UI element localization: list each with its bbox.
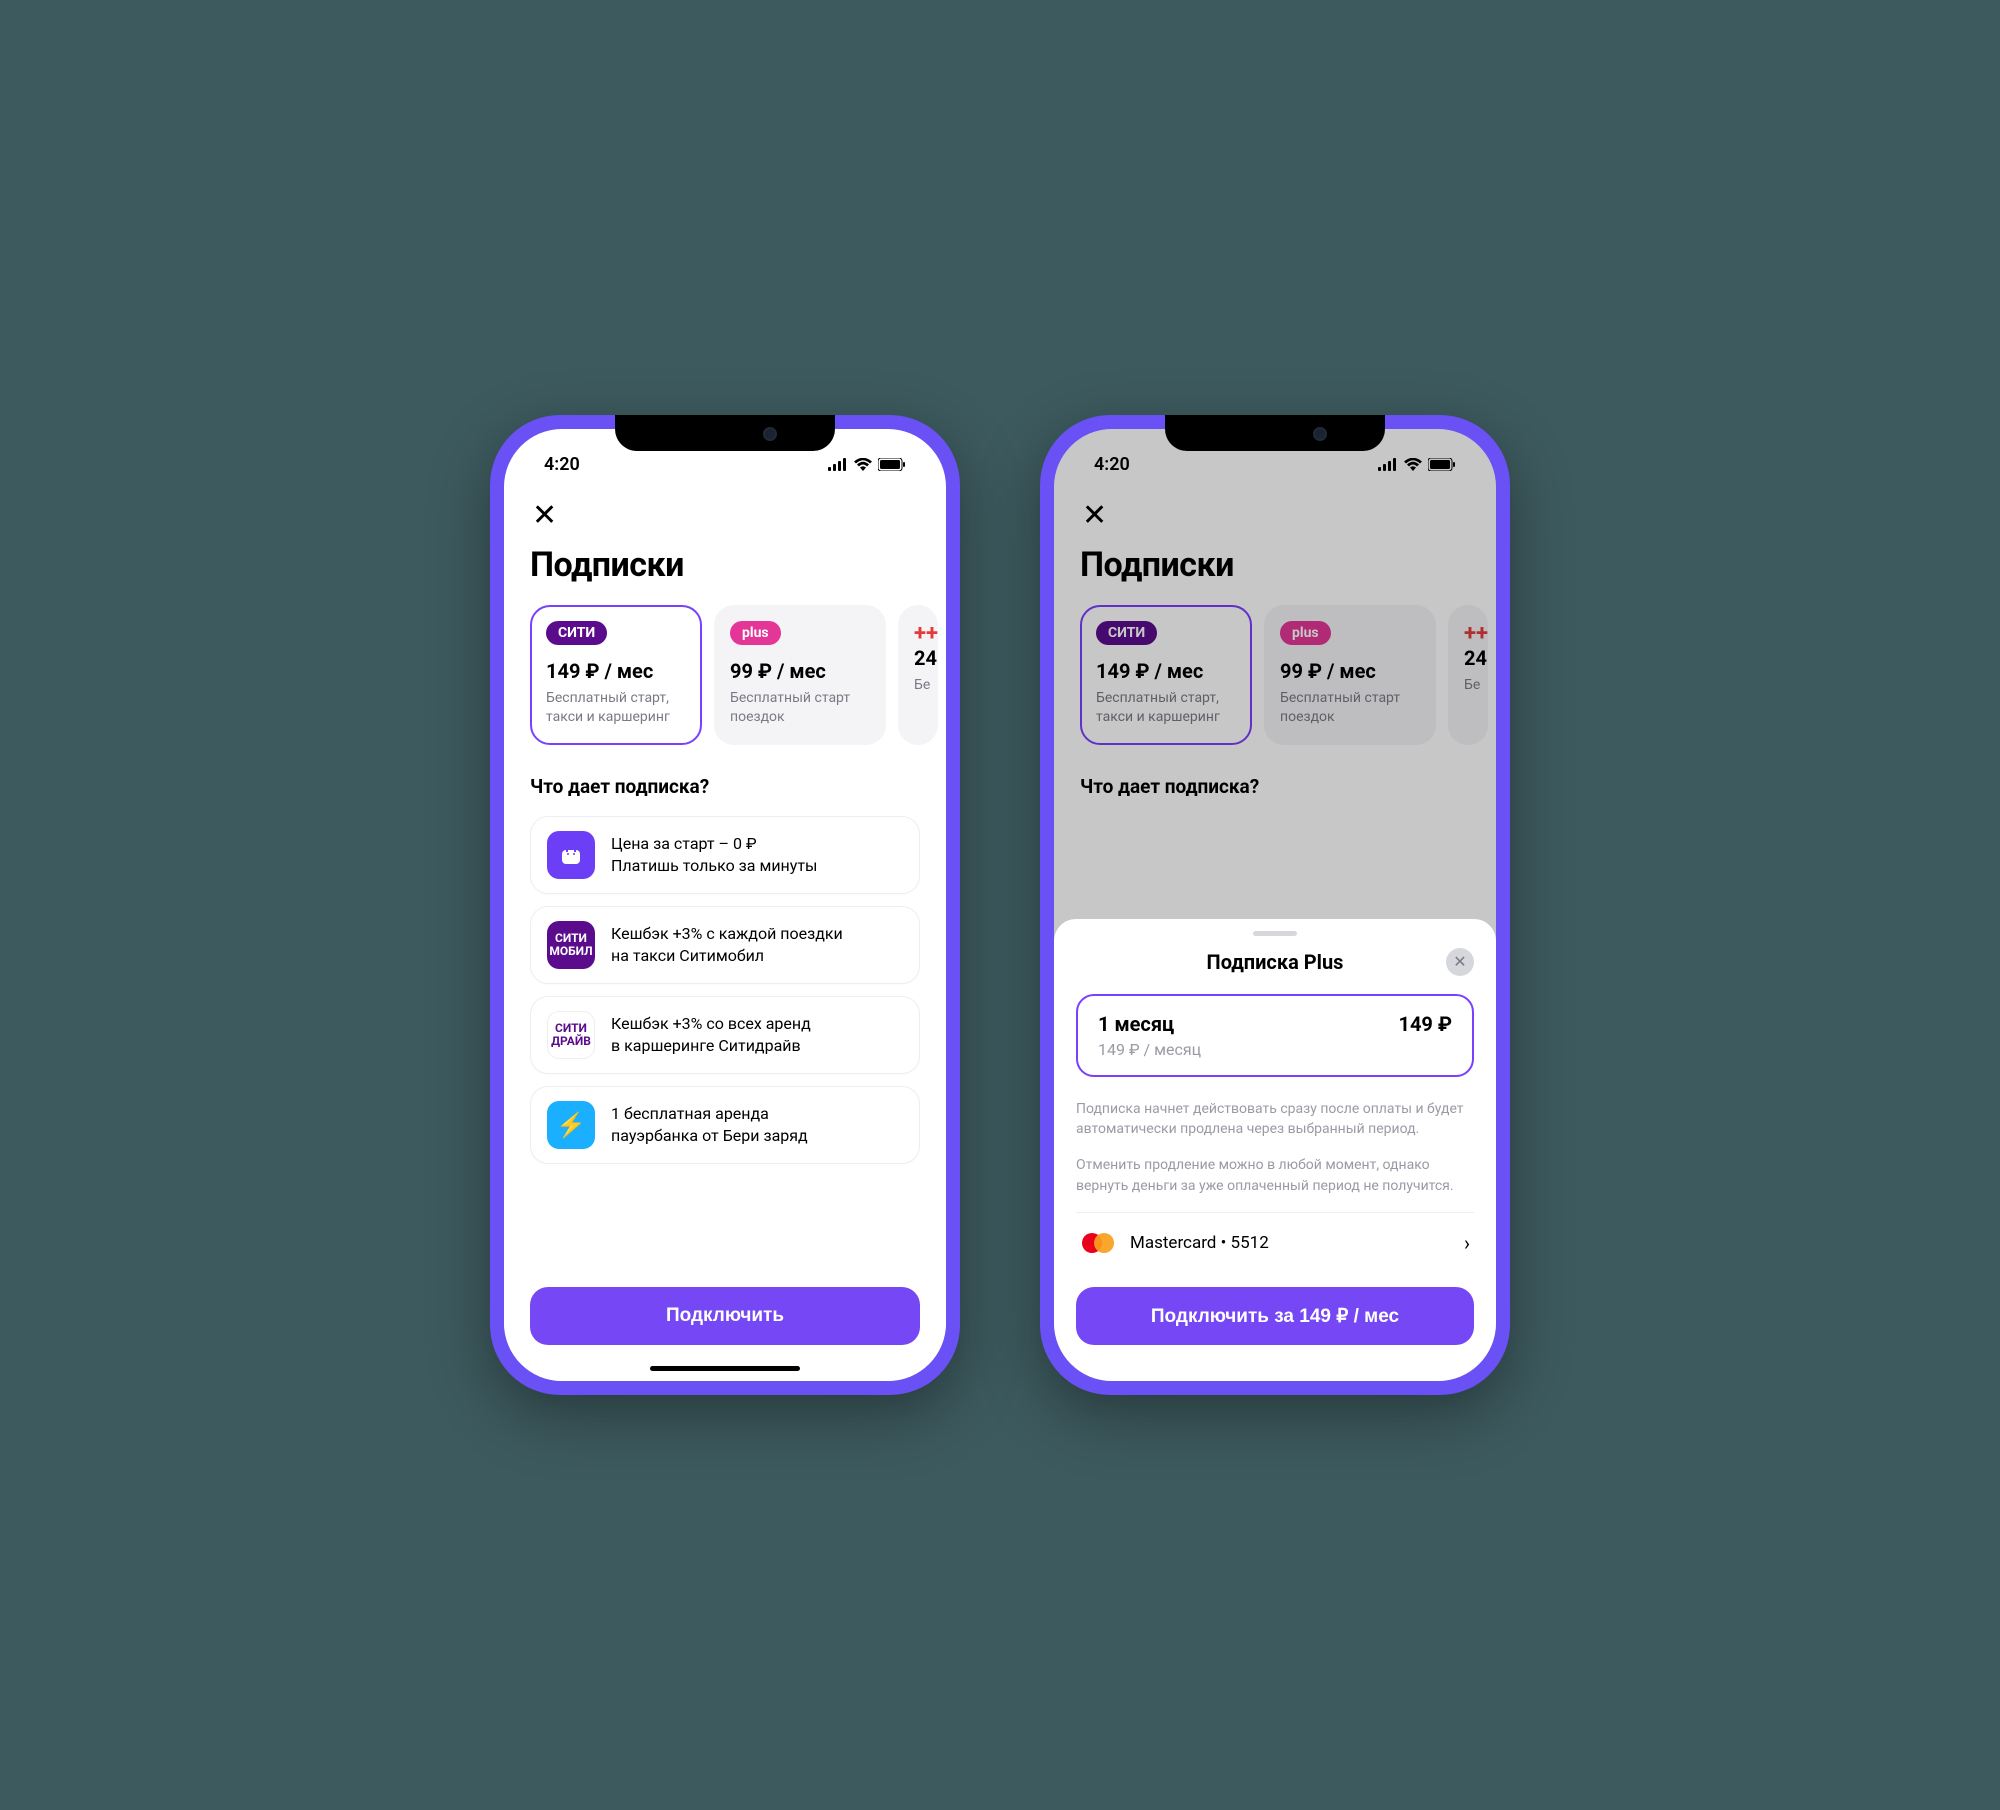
subscribe-confirm-button[interactable]: Подключить за 149 ₽ / мес xyxy=(1076,1287,1474,1345)
phone-mockup-right: 4:20 ✕ Подписки xyxy=(1040,415,1510,1395)
citydrive-icon: СИТИ ДРАЙВ xyxy=(547,1011,595,1059)
plan-card-plus[interactable]: plus 99 ₽ / мес Бесплатный старт поездок xyxy=(714,605,886,745)
benefit-text: 1 бесплатная аренда пауэрбанка от Бери з… xyxy=(611,1103,808,1146)
plan-price: 99 ₽ / мес xyxy=(730,659,870,683)
mastercard-icon xyxy=(1080,1231,1116,1255)
sheet-drag-handle[interactable] xyxy=(1253,931,1297,936)
plan-card-partial[interactable]: ++ 24 Бе xyxy=(898,605,938,745)
cellular-signal-icon xyxy=(828,458,848,471)
benefit-text: Кешбэк +3% с каждой поездки на такси Сит… xyxy=(611,923,843,966)
payment-method-row[interactable]: Mastercard • 5512 › xyxy=(1076,1212,1474,1273)
payment-label: Mastercard • 5512 xyxy=(1130,1233,1450,1253)
sheet-close-button[interactable]: ✕ xyxy=(1446,948,1474,976)
period-option-selected[interactable]: 1 месяц 149 ₽ 149 ₽ / месяц xyxy=(1076,994,1474,1077)
benefit-row-powerbank: ⚡ 1 бесплатная аренда пауэрбанка от Бери… xyxy=(530,1086,920,1164)
lightning-bolt-icon: ⚡ xyxy=(547,1101,595,1149)
plan-price: 149 ₽ / мес xyxy=(546,659,686,683)
benefit-row-citydrive: СИТИ ДРАЙВ Кешбэк +3% со всех аренд в ка… xyxy=(530,996,920,1074)
wifi-icon xyxy=(854,458,872,471)
plan-badge-city: СИТИ xyxy=(546,621,607,645)
subscribe-button[interactable]: Подключить xyxy=(530,1287,920,1345)
benefit-text: Цена за старт – 0 ₽ Платишь только за ми… xyxy=(611,833,817,876)
cta-bar: Подключить xyxy=(504,1273,946,1381)
benefit-row-citymobil: СИТИ МОБИЛ Кешбэк +3% с каждой поездки н… xyxy=(530,906,920,984)
period-label: 1 месяц xyxy=(1098,1012,1174,1036)
plan-card-city[interactable]: СИТИ 149 ₽ / мес Бесплатный старт, такси… xyxy=(530,605,702,745)
plan-price: 24 xyxy=(914,646,922,670)
subscription-sheet: Подписка Plus ✕ 1 месяц 149 ₽ 149 ₽ / ме… xyxy=(1054,919,1496,1381)
sheet-title: Подписка Plus xyxy=(1076,950,1474,974)
plan-badge-extra: ++ xyxy=(914,621,938,646)
legal-text-2: Отменить продление можно в любой момент,… xyxy=(1076,1155,1474,1196)
status-time: 4:20 xyxy=(544,454,580,475)
shopping-bag-icon xyxy=(547,831,595,879)
citymobil-icon: СИТИ МОБИЛ xyxy=(547,921,595,969)
notch xyxy=(1165,415,1385,451)
battery-icon xyxy=(878,458,906,471)
chevron-right-icon: › xyxy=(1464,1231,1470,1255)
period-sub: 149 ₽ / месяц xyxy=(1098,1040,1452,1059)
plan-desc: Бе xyxy=(914,676,922,695)
page-title: Подписки xyxy=(530,545,920,585)
period-price: 149 ₽ xyxy=(1398,1012,1452,1036)
plan-badge-plus: plus xyxy=(730,621,781,645)
screen-content: ✕ Подписки СИТИ 149 ₽ / мес Бесплатный с… xyxy=(504,485,946,1261)
benefits-title: Что дает подписка? xyxy=(530,775,920,798)
plans-carousel[interactable]: СИТИ 149 ₽ / мес Бесплатный старт, такси… xyxy=(530,605,920,745)
home-indicator[interactable] xyxy=(650,1366,800,1371)
phone-mockup-left: 4:20 ✕ Подписки СИТИ 149 ₽ / мес xyxy=(490,415,960,1395)
benefit-text: Кешбэк +3% со всех аренд в каршеринге Си… xyxy=(611,1013,811,1056)
notch xyxy=(615,415,835,451)
close-button[interactable]: ✕ xyxy=(530,493,557,545)
legal-text-1: Подписка начнет действовать сразу после … xyxy=(1076,1099,1474,1140)
plan-desc: Бесплатный старт поездок xyxy=(730,689,870,727)
benefit-row-start-price: Цена за старт – 0 ₽ Платишь только за ми… xyxy=(530,816,920,894)
plan-desc: Бесплатный старт, такси и каршеринг xyxy=(546,689,686,727)
